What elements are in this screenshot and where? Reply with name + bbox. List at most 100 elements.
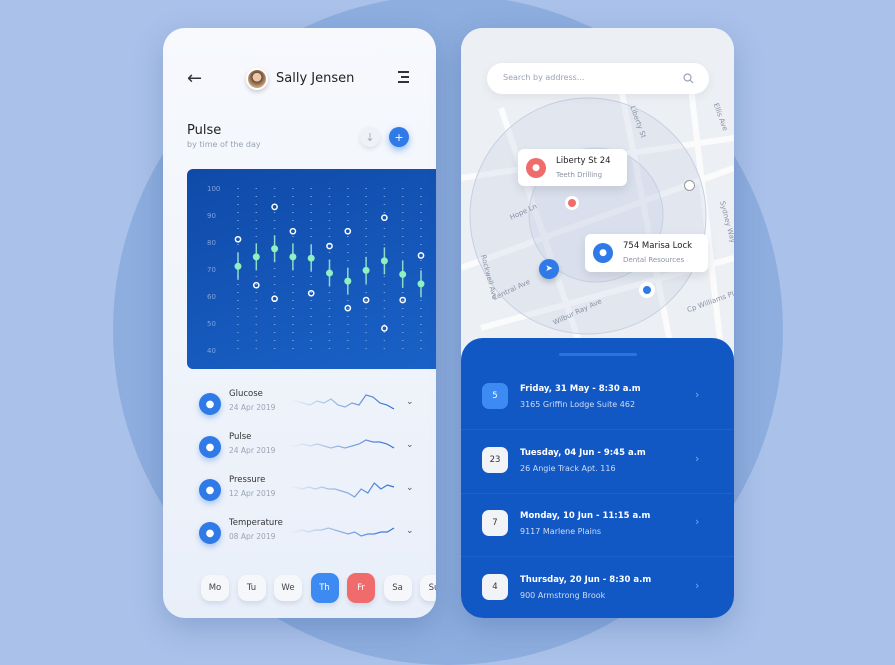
y-tick-label: 80 — [207, 239, 216, 247]
average-point[interactable] — [399, 270, 407, 278]
metric-item[interactable]: ● Pressure 12 Apr 2019 ⌄ — [199, 475, 414, 505]
y-tick-label: 60 — [207, 293, 216, 301]
place-tooltip[interactable]: ● Liberty St 24 Teeth Drilling — [518, 149, 627, 186]
average-point[interactable] — [234, 262, 242, 270]
metric-date: 24 Apr 2019 — [229, 446, 276, 455]
average-point[interactable] — [380, 257, 388, 265]
average-point[interactable] — [252, 253, 260, 261]
tooltip-icon: ● — [593, 243, 613, 263]
user-name: Sally Jensen — [276, 71, 355, 86]
map-screen: Liberty St Ellis Ave Hope Ln Sydney Way Rock… — [461, 28, 734, 618]
download-button[interactable]: ↓ — [360, 127, 380, 147]
place-type: Dental Resources — [623, 256, 685, 264]
drop-icon: ● — [199, 393, 221, 415]
chevron-down-icon[interactable]: ⌄ — [406, 397, 414, 407]
back-arrow-icon[interactable]: ← — [187, 68, 202, 89]
chevron-down-icon[interactable]: ⌄ — [406, 440, 414, 450]
appointment-address: 26 Angie Track Apt. 116 — [520, 463, 616, 473]
day-tab-fr[interactable]: Fr — [347, 573, 375, 603]
thermometer-icon: ● — [199, 522, 221, 544]
add-button[interactable]: + — [389, 127, 409, 147]
extreme-point[interactable] — [289, 227, 297, 235]
day-tab-th[interactable]: Th — [310, 573, 339, 603]
chevron-right-icon[interactable]: › — [695, 579, 699, 592]
appointment-row[interactable]: 5 Friday, 31 May - 8:30 a.m 3165 Griffin… — [461, 366, 734, 430]
average-point[interactable] — [271, 245, 279, 253]
y-tick-label: 90 — [207, 212, 216, 220]
place-name: 754 Marisa Lock — [623, 241, 693, 251]
y-tick-label: 70 — [207, 266, 216, 274]
red-location-pin[interactable] — [565, 196, 579, 210]
place-name: Liberty St 24 — [556, 156, 611, 166]
extreme-point[interactable] — [381, 214, 388, 222]
day-tab-we[interactable]: We — [274, 575, 302, 601]
chevron-down-icon[interactable]: ⌄ — [406, 526, 414, 536]
day-tab-mo[interactable]: Mo — [201, 575, 229, 601]
avatar[interactable] — [246, 68, 268, 90]
chevron-right-icon[interactable]: › — [695, 515, 699, 528]
chevron-right-icon[interactable]: › — [695, 388, 699, 401]
day-tab-tu[interactable]: Tu — [237, 575, 266, 601]
gauge-icon: ● — [199, 479, 221, 501]
appointment-address: 900 Armstrong Brook — [520, 590, 606, 600]
metric-item[interactable]: ● Pulse 24 Apr 2019 ⌄ — [199, 432, 414, 462]
navigation-icon: ➤ — [545, 264, 553, 274]
place-type: Teeth Drilling — [556, 171, 603, 179]
health-screen: ← Sally Jensen Pulse by time of the day … — [163, 28, 436, 618]
metric-date: 12 Apr 2019 — [229, 489, 276, 498]
day-tab-su[interactable]: Su — [420, 575, 436, 601]
sparkline — [289, 439, 395, 449]
appointment-title: Thursday, 20 Jun - 8:30 a.m — [520, 574, 652, 585]
appointment-address: 9117 Marlene Plains — [520, 527, 602, 536]
arrow-down-icon: ↓ — [365, 130, 375, 144]
metric-item[interactable]: ● Glucose 24 Apr 2019 ⌄ — [199, 389, 414, 419]
heart-icon: ● — [199, 436, 221, 458]
sparkline — [289, 482, 395, 498]
extreme-point[interactable] — [252, 281, 260, 289]
search-icon — [683, 73, 694, 84]
pulse-chart: 100 90 80 70 60 50 40 — [187, 169, 436, 369]
appointments-panel: 5 Friday, 31 May - 8:30 a.m 3165 Griffin… — [461, 338, 734, 618]
metric-name: Temperature — [229, 518, 283, 528]
extreme-point[interactable] — [381, 325, 388, 332]
metric-name: Pulse — [229, 432, 252, 442]
metric-date: 08 Apr 2019 — [229, 532, 276, 541]
appointment-row[interactable]: 4 Thursday, 20 Jun - 8:30 a.m 900 Armstr… — [461, 557, 734, 619]
metric-name: Glucose — [229, 389, 263, 399]
extreme-point[interactable] — [307, 289, 315, 297]
day-badge: 4 — [482, 573, 508, 600]
day-badge: 23 — [482, 446, 508, 473]
average-point[interactable] — [326, 269, 333, 277]
locate-me-button[interactable]: ➤ — [539, 259, 559, 279]
metric-item[interactable]: ● Temperature 08 Apr 2019 ⌄ — [199, 518, 414, 548]
appointment-title: Friday, 31 May - 8:30 a.m — [520, 384, 641, 394]
map-marker[interactable] — [684, 180, 695, 191]
y-tick-label: 50 — [207, 320, 216, 328]
chevron-down-icon[interactable]: ⌄ — [406, 483, 414, 493]
extreme-point[interactable] — [234, 235, 242, 243]
day-badge: 7 — [482, 510, 508, 536]
average-point[interactable] — [307, 254, 315, 262]
search-placeholder: Search by address... — [503, 73, 585, 82]
place-tooltip[interactable]: ● 754 Marisa Lock Dental Resources — [585, 234, 708, 272]
chevron-right-icon[interactable]: › — [695, 452, 699, 465]
average-point[interactable] — [417, 280, 425, 288]
section-title: Pulse — [187, 123, 222, 138]
average-point[interactable] — [289, 253, 297, 261]
extreme-point[interactable] — [271, 203, 278, 211]
appointment-row[interactable]: 7 Monday, 10 Jun - 11:15 a.m 9117 Marlen… — [461, 493, 734, 557]
extreme-point[interactable] — [344, 227, 352, 235]
blue-location-pin[interactable] — [639, 282, 655, 298]
extreme-point[interactable] — [417, 252, 425, 259]
metric-date: 24 Apr 2019 — [229, 403, 276, 412]
day-badge: 5 — [482, 383, 508, 409]
plus-icon: + — [394, 130, 404, 144]
sparkline — [289, 527, 395, 537]
drag-handle[interactable] — [559, 353, 637, 356]
appointment-row[interactable]: 23 Tuesday, 04 Jun - 9:45 a.m 26 Angie T… — [461, 430, 734, 494]
average-point[interactable] — [344, 277, 352, 285]
menu-icon[interactable] — [398, 71, 409, 86]
search-input[interactable]: Search by address... — [487, 63, 709, 94]
average-point[interactable] — [362, 266, 370, 274]
day-tab-sa[interactable]: Sa — [383, 575, 412, 601]
